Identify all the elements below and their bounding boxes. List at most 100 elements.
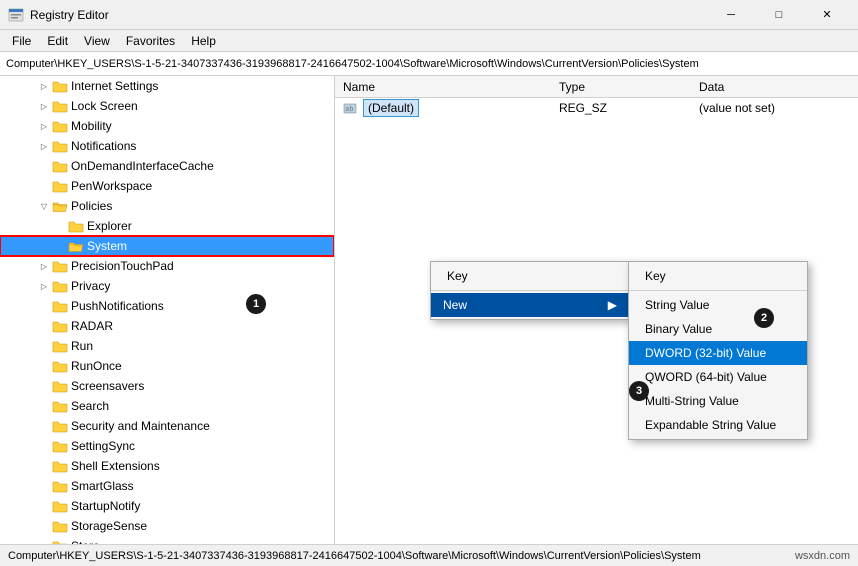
tree-item-startupnotify[interactable]: ▷ StartupNotify xyxy=(0,496,334,516)
expand-icon: ▷ xyxy=(36,258,52,274)
expand-icon: ▷ xyxy=(36,98,52,114)
badge-1: 1 xyxy=(246,294,266,314)
app-icon xyxy=(8,7,24,23)
expand-icon: ▷ xyxy=(36,78,52,94)
window-title: Registry Editor xyxy=(30,8,708,22)
folder-open-icon xyxy=(52,199,68,213)
tree-label: RADAR xyxy=(71,319,113,333)
tree-item-penworkspace[interactable]: ▷ PenWorkspace xyxy=(0,176,334,196)
ctx-divider xyxy=(431,290,629,291)
tree-item-security[interactable]: ▷ Security and Maintenance xyxy=(0,416,334,436)
status-watermark: wsxdn.com xyxy=(795,550,850,562)
ctx-new-arrow: ▶ xyxy=(608,298,617,312)
tree-label: Screensavers xyxy=(71,379,144,393)
tree-item-mobility[interactable]: ▷ Mobility xyxy=(0,116,334,136)
folder-icon xyxy=(52,79,68,93)
maximize-button[interactable]: □ xyxy=(756,0,802,30)
tree-label: Privacy xyxy=(71,279,110,293)
title-bar: Registry Editor ─ □ ✕ xyxy=(0,0,858,30)
submenu-divider xyxy=(629,290,807,291)
menu-bar: File Edit View Favorites Help xyxy=(0,30,858,52)
submenu-item-binary[interactable]: Binary Value xyxy=(629,317,807,341)
tree-item-privacy[interactable]: ▷ Privacy xyxy=(0,276,334,296)
tree-item-store[interactable]: ▷ Store xyxy=(0,536,334,544)
menu-file[interactable]: File xyxy=(4,32,39,50)
tree-label: PushNotifications xyxy=(71,299,164,313)
tree-item-lock-screen[interactable]: ▷ Lock Screen xyxy=(0,96,334,116)
col-header-data: Data xyxy=(699,80,858,94)
tree-item-system[interactable]: ▷ System xyxy=(0,236,334,256)
tree-label: Search xyxy=(71,399,109,413)
badge-3: 3 xyxy=(629,381,649,401)
submenu-item-string[interactable]: String Value xyxy=(629,293,807,317)
status-path: Computer\HKEY_USERS\S-1-5-21-3407337436-… xyxy=(8,550,701,562)
tree-item-run[interactable]: ▷ Run xyxy=(0,336,334,356)
status-bar: Computer\HKEY_USERS\S-1-5-21-3407337436-… xyxy=(0,544,858,566)
folder-open-icon xyxy=(68,239,84,253)
folder-icon xyxy=(52,279,68,293)
address-bar: Computer\HKEY_USERS\S-1-5-21-3407337436-… xyxy=(0,52,858,76)
submenu-item-dword[interactable]: DWORD (32-bit) Value xyxy=(629,341,807,365)
submenu-item-qword[interactable]: QWORD (64-bit) Value xyxy=(629,365,807,389)
tree-item-screensavers[interactable]: ▷ Screensavers xyxy=(0,376,334,396)
minimize-button[interactable]: ─ xyxy=(708,0,754,30)
menu-edit[interactable]: Edit xyxy=(39,32,76,50)
tree-item-policies[interactable]: ▽ Policies xyxy=(0,196,334,216)
row-data: (value not set) xyxy=(699,101,858,115)
submenu-item-multistring[interactable]: Multi-String Value xyxy=(629,389,807,413)
folder-icon xyxy=(52,159,68,173)
menu-view[interactable]: View xyxy=(76,32,118,50)
folder-icon xyxy=(52,259,68,273)
tree-label: SettingSync xyxy=(71,439,135,453)
menu-favorites[interactable]: Favorites xyxy=(118,32,183,50)
folder-icon xyxy=(52,359,68,373)
folder-icon xyxy=(52,179,68,193)
close-button[interactable]: ✕ xyxy=(804,0,850,30)
folder-icon xyxy=(52,519,68,533)
folder-icon xyxy=(52,99,68,113)
address-path[interactable]: Computer\HKEY_USERS\S-1-5-21-3407337436-… xyxy=(6,58,852,70)
menu-help[interactable]: Help xyxy=(183,32,224,50)
submenu: Key String Value Binary Value DWORD (32-… xyxy=(628,261,808,440)
submenu-item-expandable[interactable]: Expandable String Value xyxy=(629,413,807,437)
expand-icon: ▽ xyxy=(36,198,52,214)
tree-item-explorer[interactable]: ▷ Explorer xyxy=(0,216,334,236)
tree-label: Notifications xyxy=(71,139,136,153)
tree-label: Policies xyxy=(71,199,112,213)
table-row-default[interactable]: ab (Default) REG_SZ (value not set) xyxy=(335,98,858,118)
tree-label: Mobility xyxy=(71,119,112,133)
folder-icon xyxy=(68,219,84,233)
tree-item-shellext[interactable]: ▷ Shell Extensions xyxy=(0,456,334,476)
tree-label: Run xyxy=(71,339,93,353)
tree-label: StorageSense xyxy=(71,519,147,533)
folder-icon xyxy=(52,439,68,453)
ctx-item-new[interactable]: New ▶ xyxy=(431,293,629,317)
tree-item-precisiontouchpad[interactable]: ▷ PrecisionTouchPad xyxy=(0,256,334,276)
tree-label: Shell Extensions xyxy=(71,459,160,473)
tree-item-pushnotifications[interactable]: ▷ PushNotifications xyxy=(0,296,334,316)
tree-item-radar[interactable]: ▷ RADAR xyxy=(0,316,334,336)
tree-label: OnDemandInterfaceCache xyxy=(71,159,214,173)
tree-item-settingsync[interactable]: ▷ SettingSync xyxy=(0,436,334,456)
tree-item-runonce[interactable]: ▷ RunOnce xyxy=(0,356,334,376)
tree-item-search[interactable]: ▷ Search xyxy=(0,396,334,416)
tree-label: Explorer xyxy=(87,219,132,233)
folder-icon xyxy=(52,399,68,413)
window-controls: ─ □ ✕ xyxy=(708,0,850,30)
tree-label: StartupNotify xyxy=(71,499,140,513)
context-menu: Key New ▶ xyxy=(430,261,630,320)
ctx-item-key[interactable]: Key xyxy=(431,264,629,288)
expand-icon: ▷ xyxy=(36,138,52,154)
tree-item-storagesense[interactable]: ▷ StorageSense xyxy=(0,516,334,536)
tree-panel[interactable]: ▷ Internet Settings ▷ Lock Screen ▷ Mobi… xyxy=(0,76,335,544)
tree-item-internet-settings[interactable]: ▷ Internet Settings xyxy=(0,76,334,96)
folder-icon xyxy=(52,299,68,313)
tree-item-smartglass[interactable]: ▷ SmartGlass xyxy=(0,476,334,496)
folder-icon xyxy=(52,139,68,153)
tree-item-ondemand[interactable]: ▷ OnDemandInterfaceCache xyxy=(0,156,334,176)
tree-label: SmartGlass xyxy=(71,479,134,493)
submenu-item-key[interactable]: Key xyxy=(629,264,807,288)
tree-item-notifications[interactable]: ▷ Notifications xyxy=(0,136,334,156)
col-header-name: Name xyxy=(339,80,559,94)
folder-icon xyxy=(52,419,68,433)
